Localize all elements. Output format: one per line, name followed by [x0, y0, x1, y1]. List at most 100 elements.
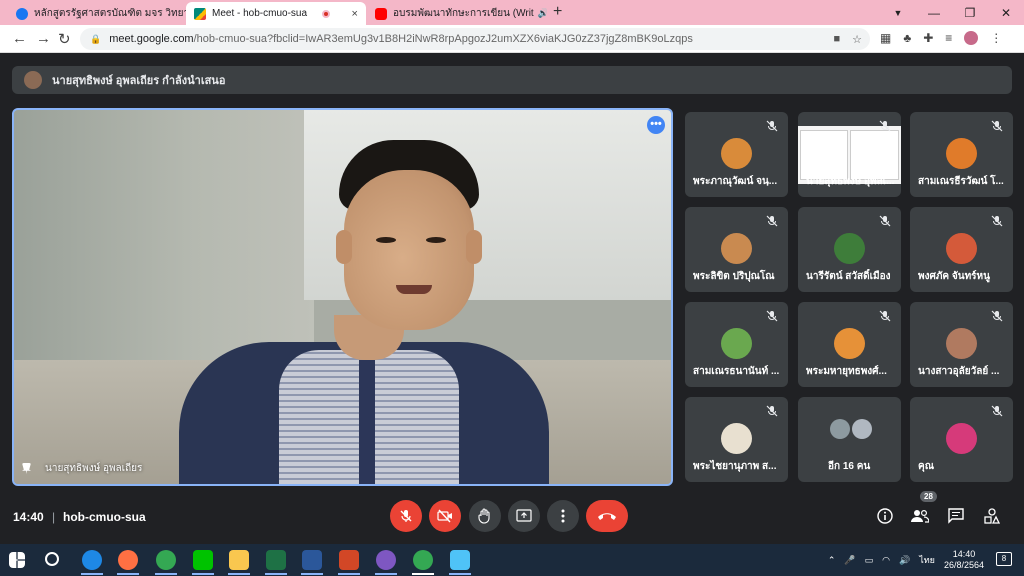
- participant-name: พระลิขิต ปริปุณโณ: [693, 271, 775, 282]
- menu-kebab-icon[interactable]: ⋮: [990, 31, 1002, 45]
- windows-taskbar: ⌃ 🎤 ▭ ◠ 🔊 ไทย 14:40 26/8/2564 8: [0, 544, 1024, 576]
- notification-center-icon[interactable]: 8: [996, 552, 1012, 566]
- tab-meet[interactable]: Meet - hob-cmuo-sua ×: [186, 2, 366, 25]
- line-icon[interactable]: [193, 550, 213, 570]
- tab-facebook[interactable]: หลักสูตรรัฐศาสตรบัณฑิต มจร วิทยาเขต ×: [8, 2, 188, 25]
- main-video-tile[interactable]: ••• นายสุทธิพงษ์ อุพลเถียร: [12, 108, 673, 486]
- wifi-tray-icon[interactable]: ◠: [882, 555, 890, 566]
- photos-icon[interactable]: [450, 550, 470, 570]
- extensions-area: ▦ ♣ ✚ ≡ ⋮: [880, 31, 1002, 45]
- main-speaker-name: นายสุทธิพงษ์ อุพลเถียร: [45, 463, 143, 474]
- file-explorer-icon[interactable]: [229, 550, 249, 570]
- tab-youtube[interactable]: อบรมพัฒนาทักษะการเขียน (Writ 🔊 ×: [367, 2, 547, 25]
- chrome-icon[interactable]: [156, 550, 176, 570]
- presenter-avatar: [24, 71, 42, 89]
- facebook-icon: [16, 7, 28, 20]
- muted-mic-icon: [766, 120, 778, 132]
- speaker-eye: [426, 237, 446, 243]
- browser-toolbar: ← → ↻ 🔒 meet.google.com /hob-cmuo-sua?fb…: [0, 25, 1024, 53]
- firefox-icon[interactable]: [118, 550, 138, 570]
- participant-tile[interactable]: นารีรัตน์ สวัสดิ์เมือง: [798, 207, 901, 292]
- taskbar-clock[interactable]: 14:40 26/8/2564: [944, 549, 984, 571]
- participant-tile[interactable]: นางสาวอุลัยวัลย์ ...: [910, 302, 1013, 387]
- more-options-button[interactable]: [547, 500, 579, 532]
- grid-extension-icon[interactable]: ▦: [880, 31, 891, 45]
- people-icon: [911, 509, 929, 523]
- bookmark-star-icon[interactable]: ☆: [852, 33, 862, 46]
- network-tray-icon[interactable]: ▭: [865, 555, 874, 566]
- activities-button[interactable]: [982, 506, 1002, 526]
- participant-tile[interactable]: พงศภัค จันทร์หนู: [910, 207, 1013, 292]
- tray-overflow-icon[interactable]: ⌃: [828, 555, 836, 566]
- back-button[interactable]: ←: [12, 30, 27, 47]
- avatar: [852, 419, 872, 439]
- speaker-icon[interactable]: 🔊: [538, 8, 547, 19]
- muted-mic-icon: [991, 215, 1003, 227]
- extension-icon[interactable]: ♣: [903, 31, 911, 45]
- minimize-button[interactable]: —: [916, 6, 952, 20]
- google-meet-icon: [194, 7, 206, 20]
- participant-tile[interactable]: พระไชยานุภาพ ส...: [685, 397, 788, 482]
- edge-icon[interactable]: [82, 550, 102, 570]
- muted-mic-icon: [879, 120, 891, 132]
- participant-name: พระไชยานุภาพ ส...: [693, 461, 777, 472]
- word-icon[interactable]: [302, 550, 322, 570]
- lock-icon[interactable]: 🔒: [90, 34, 101, 45]
- tab-search-icon[interactable]: ▼: [880, 8, 916, 18]
- excel-icon[interactable]: [266, 550, 286, 570]
- close-window-button[interactable]: ✕: [988, 6, 1024, 20]
- search-icon[interactable]: [45, 552, 59, 566]
- microphone-tray-icon[interactable]: 🎤: [844, 555, 855, 566]
- participant-tile[interactable]: อีก 16 คน: [798, 397, 901, 482]
- muted-mic-icon: [766, 215, 778, 227]
- tor-icon[interactable]: [376, 550, 396, 570]
- recording-icon: [322, 9, 331, 18]
- participant-tile[interactable]: นายสุทธิพงษ์ อุพลเ...: [798, 112, 901, 197]
- pin-icon[interactable]: [22, 463, 31, 474]
- speaker-ear: [336, 230, 352, 264]
- participant-tile[interactable]: สามเณรธีรวัฒน์ โ...: [910, 112, 1013, 197]
- leave-call-button[interactable]: [586, 500, 628, 532]
- running-indicator: [375, 573, 397, 575]
- participant-tile[interactable]: สามเณรธนานันท์ ...: [685, 302, 788, 387]
- participant-tile[interactable]: พระมหายุทธพงศ์...: [798, 302, 901, 387]
- profile-avatar[interactable]: [964, 31, 979, 45]
- meeting-details-button[interactable]: [875, 506, 895, 526]
- input-language[interactable]: ไทย: [919, 553, 935, 567]
- powerpoint-icon[interactable]: [339, 550, 359, 570]
- reload-button[interactable]: ↻: [58, 30, 71, 48]
- running-indicator: [449, 573, 471, 575]
- people-button[interactable]: [910, 506, 930, 526]
- participant-tile[interactable]: พระลิขิต ปริปุณโณ: [685, 207, 788, 292]
- participant-tile[interactable]: พระภาณุวัฒน์ จนฺ...: [685, 112, 788, 197]
- avatar: [721, 423, 752, 454]
- hand-icon: [478, 508, 490, 524]
- hang-up-icon: [598, 513, 616, 520]
- forward-button[interactable]: →: [36, 30, 51, 47]
- chrome-active-icon[interactable]: [413, 550, 433, 570]
- speaker-ear: [466, 230, 482, 264]
- maximize-button[interactable]: ❐: [952, 6, 988, 20]
- chat-button[interactable]: [946, 506, 966, 526]
- tab-close-icon[interactable]: ×: [346, 8, 358, 20]
- tile-options-icon[interactable]: •••: [647, 116, 665, 134]
- avatar: [834, 233, 865, 264]
- windows-start-icon[interactable]: [9, 552, 25, 568]
- mic-off-button[interactable]: [390, 500, 422, 532]
- camera-off-button[interactable]: [429, 500, 461, 532]
- media-control-icon[interactable]: ≡: [945, 31, 952, 45]
- avatar: [946, 138, 977, 169]
- new-tab-button[interactable]: +: [553, 3, 562, 21]
- participant-name: สามเณรธนานันท์ ...: [693, 366, 780, 377]
- presenting-banner: นายสุทธิพงษ์ อุพลเถียร กำลังนำเสนอ: [12, 66, 1012, 94]
- participant-tile[interactable]: คุณ: [910, 397, 1013, 482]
- presenting-text: นายสุทธิพงษ์ อุพลเถียร กำลังนำเสนอ: [52, 75, 226, 87]
- main-speaker-label: นายสุทธิพงษ์ อุพลเถียร: [22, 461, 142, 476]
- avatar: [721, 233, 752, 264]
- address-bar[interactable]: 🔒 meet.google.com /hob-cmuo-sua?fbclid=I…: [80, 28, 870, 50]
- raise-hand-button[interactable]: [469, 500, 501, 532]
- present-screen-button[interactable]: [508, 500, 540, 532]
- camera-in-use-icon[interactable]: ■: [833, 33, 840, 46]
- puzzle-extensions-icon[interactable]: ✚: [923, 31, 933, 45]
- volume-tray-icon[interactable]: 🔊: [899, 555, 910, 566]
